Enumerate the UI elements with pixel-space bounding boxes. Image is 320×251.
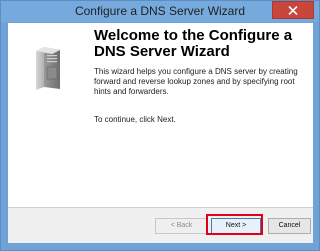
next-button-highlight: [206, 214, 263, 235]
window-title: Configure a DNS Server Wizard: [74, 4, 246, 18]
continue-instruction: To continue, click Next.: [94, 115, 176, 124]
server-icon: [36, 47, 60, 90]
welcome-heading: Welcome to the Configure a DNS Server Wi…: [94, 27, 293, 60]
wizard-content: Welcome to the Configure a DNS Server Wi…: [86, 23, 313, 207]
close-icon: [288, 6, 298, 15]
wizard-footer: < Back Next > Cancel: [8, 208, 313, 243]
wizard-side-panel: [8, 23, 86, 207]
title-bar[interactable]: Configure a DNS Server Wizard: [1, 1, 319, 22]
wizard-window: Configure a DNS Server Wizard Welcome to…: [0, 0, 320, 251]
wizard-client-area: Welcome to the Configure a DNS Server Wi…: [8, 23, 313, 243]
wizard-description: This wizard helps you configure a DNS se…: [94, 67, 298, 96]
back-button[interactable]: < Back: [155, 218, 208, 234]
close-button[interactable]: [272, 1, 314, 19]
cancel-button[interactable]: Cancel: [268, 218, 311, 234]
